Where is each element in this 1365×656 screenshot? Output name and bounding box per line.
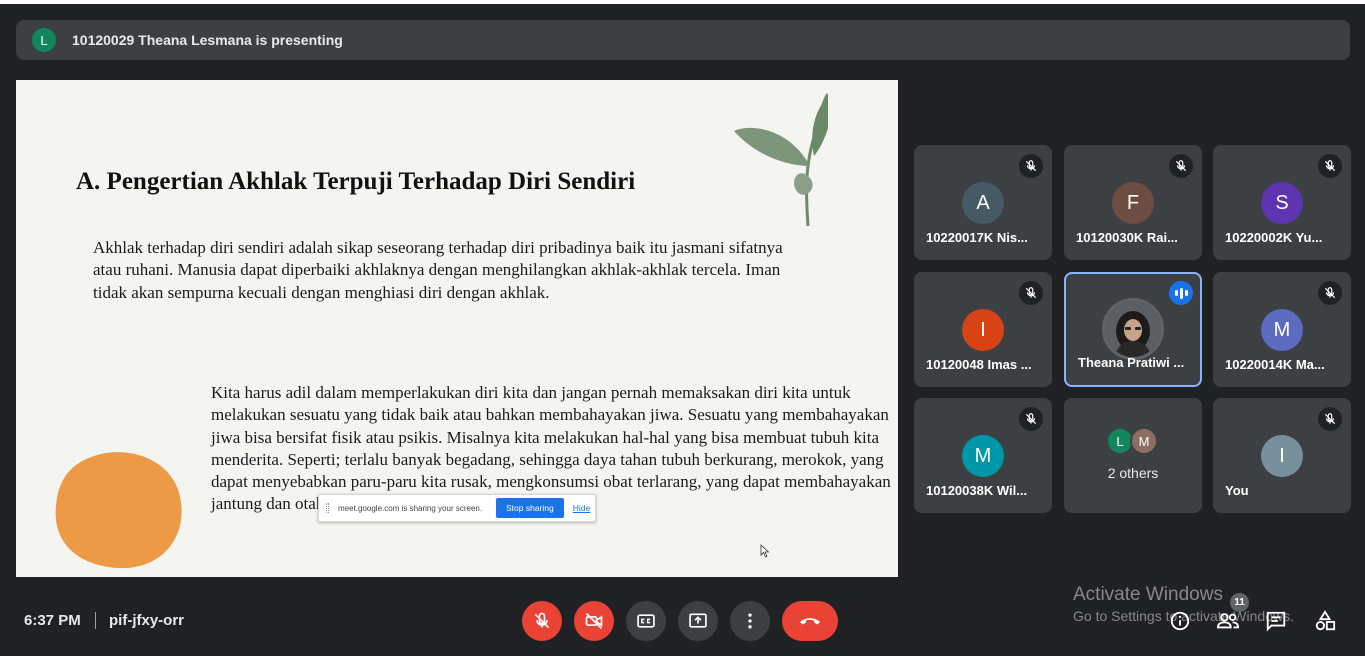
chat-icon [1266,611,1286,632]
more-options-button[interactable] [730,601,770,641]
participant-count-badge: 11 [1230,593,1249,612]
watermark-title: Activate Windows [1073,584,1223,605]
participant-name: 10120048 Imas ... [926,357,1032,372]
mic-off-icon [1019,407,1043,431]
mouse-cursor-icon [760,544,770,558]
participant-name: Theana Pratiwi ... [1078,355,1185,370]
shared-screen: A. Pengertian Akhlak Terpuji Terhadap Di… [16,80,898,577]
orange-blob-decoration [55,452,182,569]
presenting-banner: L 10120029 Theana Lesmana is presenting [16,20,1350,60]
participant-avatar: F [1112,182,1154,224]
participant-avatar: S [1261,182,1303,224]
participant-name: 10220017K Nis... [926,230,1028,245]
activities-icon [1315,610,1336,631]
participant-tile[interactable]: S 10220002K Yu... [1213,145,1351,260]
chat-button[interactable] [1264,609,1288,633]
participant-avatar: M [1130,427,1158,455]
others-avatar-stack: L M [1106,427,1166,457]
camera-toggle-button[interactable] [574,601,614,641]
stop-sharing-button[interactable]: Stop sharing [496,498,564,518]
people-icon [1216,613,1240,629]
participant-tile[interactable]: M 10220014K Ma... [1213,272,1351,387]
mic-off-icon [1169,154,1193,178]
hide-notice-link[interactable]: Hide [573,503,590,513]
present-screen-icon [689,613,707,628]
participant-tile[interactable]: M 10120038K Wil... [914,398,1052,513]
others-count-label: 2 others [1107,465,1159,481]
mic-off-icon [1318,407,1342,431]
people-button[interactable] [1216,609,1240,633]
slide-paragraph-1: Akhlak terhadap diri sendiri adalah sika… [93,238,783,302]
meeting-details-button[interactable] [1168,609,1192,633]
screen-share-notice: meet.google.com is sharing your screen. … [318,494,596,522]
participant-tile[interactable]: A 10220017K Nis... [914,145,1052,260]
window-top-edge [0,0,1365,4]
leave-call-button[interactable] [782,601,838,641]
presenter-avatar: L [32,28,56,52]
mic-off-icon [1318,281,1342,305]
participant-avatar: A [962,182,1004,224]
mic-off-icon [1019,281,1043,305]
activities-button[interactable] [1313,609,1337,633]
participant-name: 10220002K Yu... [1225,230,1323,245]
meeting-clock: 6:37 PM [24,612,81,629]
divider [95,612,96,629]
participant-tile[interactable]: F 10120030K Rai... [1064,145,1202,260]
more-vert-icon [748,613,752,629]
participant-photo-avatar [1102,298,1164,360]
participant-name: 10120030K Rai... [1076,230,1178,245]
participant-avatar: M [1261,309,1303,351]
microphone-toggle-button[interactable] [522,601,562,641]
participant-avatar: I [962,309,1004,351]
participant-name: You [1225,483,1249,498]
participant-tile-active-speaker[interactable]: Theana Pratiwi ... [1064,272,1202,387]
present-now-button[interactable] [678,601,718,641]
others-tile[interactable]: L M 2 others [1064,398,1202,513]
captions-button[interactable] [626,601,666,641]
call-end-icon [800,618,820,625]
participant-name: 10220014K Ma... [1225,357,1325,372]
speaking-indicator-icon [1169,281,1193,305]
meeting-code: pif-jfxy-orr [109,612,184,629]
participant-avatar: M [962,435,1004,477]
videocam-off-icon [585,612,603,630]
mic-off-icon [1019,154,1043,178]
participant-tile[interactable]: I 10120048 Imas ... [914,272,1052,387]
presenting-label: 10120029 Theana Lesmana is presenting [72,32,343,48]
share-notice-text: meet.google.com is sharing your screen. [338,503,483,513]
mic-off-icon [1318,154,1342,178]
participant-avatar: I [1261,435,1303,477]
slide-title: A. Pengertian Akhlak Terpuji Terhadap Di… [76,168,636,195]
drag-handle[interactable] [326,503,329,513]
mic-off-icon [534,612,550,629]
plant-decoration [734,93,828,226]
closed-caption-icon [637,614,655,628]
info-icon [1170,611,1190,631]
self-tile[interactable]: I You [1213,398,1351,513]
participant-name: 10120038K Wil... [926,483,1028,498]
